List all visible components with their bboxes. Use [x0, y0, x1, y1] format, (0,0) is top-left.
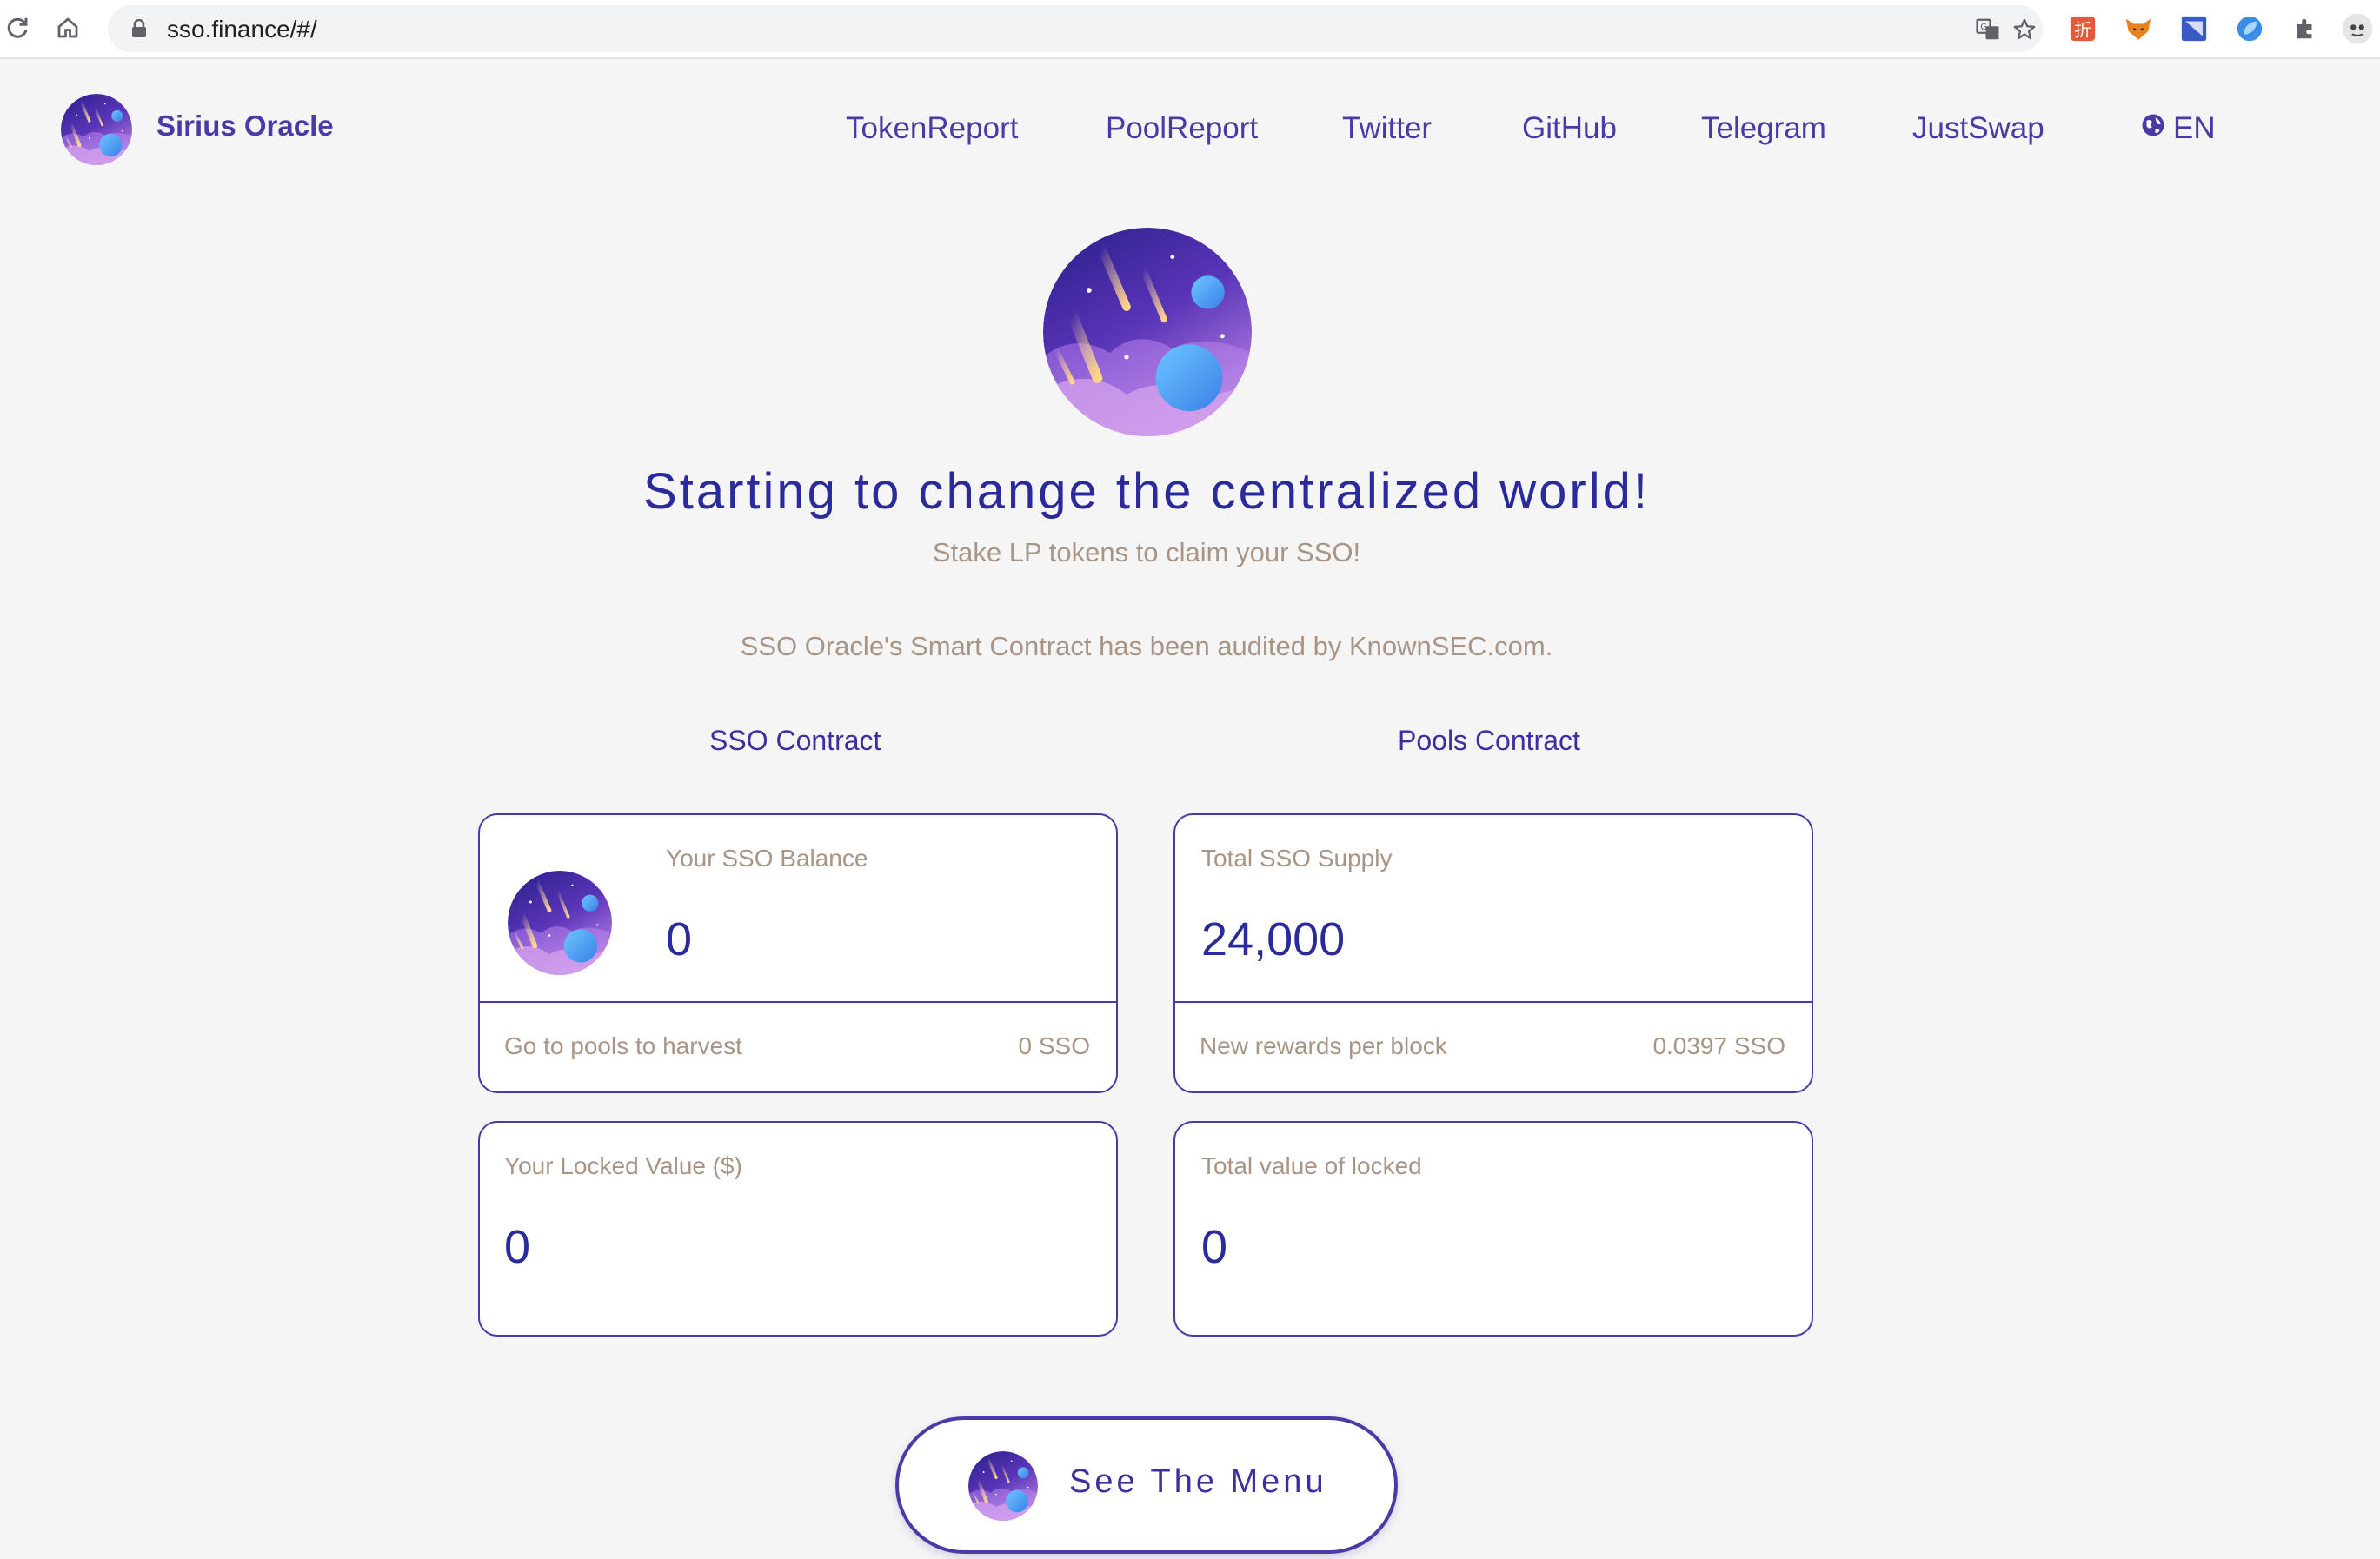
supply-label: Total SSO Supply — [1201, 845, 1393, 872]
see-menu-button[interactable]: See The Menu — [895, 1416, 1398, 1554]
card-divider — [1175, 1001, 1812, 1003]
audit-note: SSO Oracle's Smart Contract has been aud… — [740, 631, 1553, 661]
total-locked-value: 0 — [1201, 1221, 1228, 1273]
nav-poolreport[interactable]: PoolReport — [1106, 111, 1258, 146]
home-icon[interactable] — [50, 10, 85, 45]
locked-value: 0 — [504, 1221, 531, 1273]
rewards-label: New rewards per block — [1200, 1032, 1447, 1059]
page-subtitle: Stake LP tokens to claim your SSO! — [932, 537, 1361, 567]
supply-value: 24,000 — [1201, 913, 1346, 965]
url-text[interactable]: sso.finance/#/ — [167, 16, 317, 43]
star-icon[interactable] — [2010, 15, 2039, 44]
balance-label: Your SSO Balance — [666, 845, 868, 872]
harvest-amount: 0 SSO — [1018, 1032, 1090, 1059]
card-divider — [480, 1001, 1116, 1003]
brand-name[interactable]: Sirius Oracle — [156, 109, 334, 143]
reload-icon[interactable] — [0, 10, 35, 45]
globe-icon — [2140, 111, 2166, 146]
profile-avatar-icon[interactable] — [2340, 11, 2375, 46]
hero-logo — [1043, 228, 1252, 436]
puzzle-icon[interactable] — [2288, 11, 2323, 46]
discount-extension-icon[interactable]: 折 — [2065, 11, 2100, 46]
menu-logo-icon — [968, 1451, 1038, 1521]
translate-icon[interactable]: G — [1973, 15, 2003, 44]
nav-justswap[interactable]: JustSwap — [1912, 111, 2044, 146]
rewards-value: 0.0397 SSO — [1652, 1032, 1785, 1059]
nav-twitter[interactable]: Twitter — [1342, 111, 1432, 146]
harvest-link[interactable]: Go to pools to harvest — [504, 1032, 742, 1060]
nav-tokenreport[interactable]: TokenReport — [846, 111, 1018, 146]
address-bar[interactable]: sso.finance/#/ G — [108, 5, 2043, 52]
sso-balance-card: Your SSO Balance 0 Go to pools to harves… — [478, 813, 1118, 1093]
locked-value-card: Your Locked Value ($) 0 — [478, 1121, 1118, 1337]
nav-telegram[interactable]: Telegram — [1701, 111, 1826, 146]
total-supply-card: Total SSO Supply 24,000 New rewards per … — [1173, 813, 1813, 1093]
sirius-logo[interactable] — [61, 94, 132, 165]
total-locked-card: Total value of locked 0 — [1173, 1121, 1813, 1337]
page-title: Starting to change the centralized world… — [643, 463, 1650, 520]
balance-logo-icon — [508, 871, 612, 975]
sso-contract-link[interactable]: SSO Contract — [709, 725, 881, 757]
lock-icon — [130, 18, 148, 43]
leaf-extension-icon[interactable] — [2232, 11, 2267, 46]
svg-text:G: G — [1980, 23, 1987, 32]
browser-toolbar: sso.finance/#/ G 折 — [0, 0, 2380, 59]
balance-value: 0 — [666, 913, 693, 965]
language-label: EN — [2173, 111, 2216, 145]
locked-label: Your Locked Value ($) — [504, 1152, 742, 1179]
nav-github[interactable]: GitHub — [1522, 111, 1617, 146]
pools-contract-link[interactable]: Pools Contract — [1398, 725, 1580, 757]
svg-text:折: 折 — [2074, 21, 2091, 41]
language-selector[interactable]: EN — [2140, 111, 2216, 146]
total-locked-label: Total value of locked — [1201, 1152, 1422, 1179]
wallet-extension-icon[interactable] — [2177, 11, 2211, 46]
fox-wallet-icon[interactable] — [2121, 11, 2156, 46]
see-menu-label: See The Menu — [1069, 1463, 1327, 1500]
